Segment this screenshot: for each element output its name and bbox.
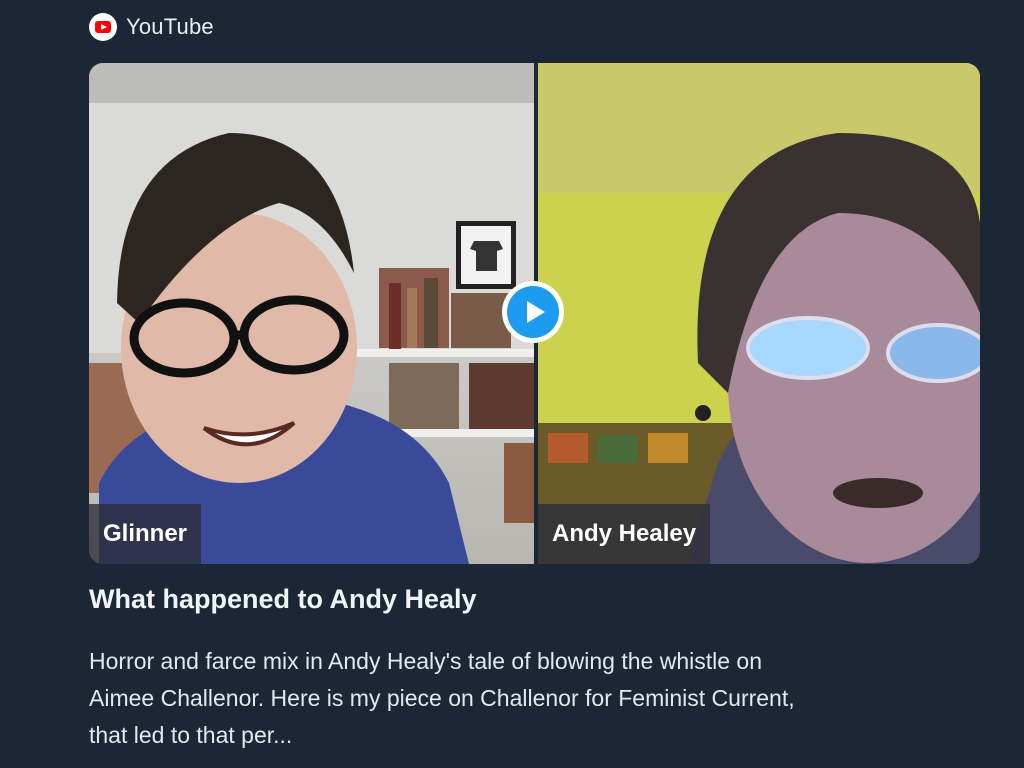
source-row: YouTube bbox=[89, 10, 214, 44]
video-title[interactable]: What happened to Andy Healy bbox=[89, 584, 477, 615]
participant-pane-left: Glinner bbox=[89, 63, 534, 564]
description-line: Horror and farce mix in Andy Healy's tal… bbox=[89, 648, 762, 674]
play-icon bbox=[507, 286, 559, 338]
video-thumbnail[interactable]: Glinner Andy Healey bbox=[89, 63, 980, 564]
description-line: Aimee Challenor. Here is my piece on Cha… bbox=[89, 685, 795, 711]
description-line: that led to that per... bbox=[89, 722, 293, 748]
youtube-icon bbox=[89, 13, 117, 41]
link-preview-card[interactable]: YouTube Glinner Andy Healey What happene… bbox=[0, 0, 1024, 768]
video-description: Horror and farce mix in Andy Healy's tal… bbox=[89, 643, 969, 754]
participant-image-right bbox=[538, 63, 980, 564]
play-button[interactable] bbox=[502, 281, 564, 343]
participant-image-left bbox=[89, 63, 534, 564]
participant-pane-right: Andy Healey bbox=[538, 63, 980, 564]
participant-name-text: Andy Healey bbox=[552, 520, 697, 547]
participant-name-left: Glinner bbox=[89, 504, 202, 564]
participant-name-text: Glinner bbox=[103, 520, 188, 547]
source-label: YouTube bbox=[126, 14, 214, 39]
participant-name-right: Andy Healey bbox=[538, 504, 711, 564]
